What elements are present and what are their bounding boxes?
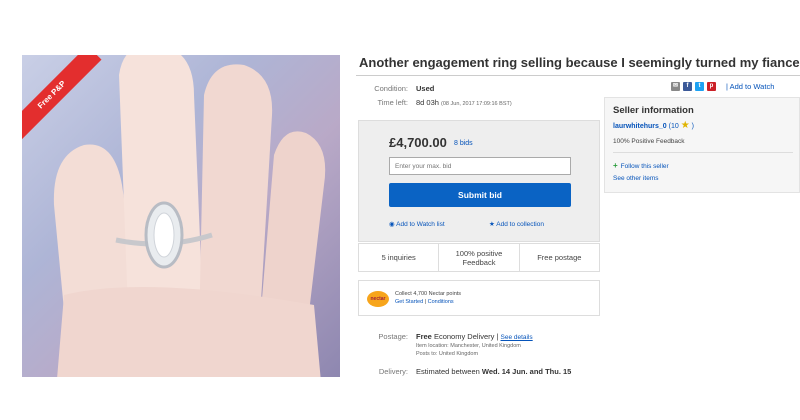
time-left-detail: (08 Jun, 2017 17:09:16 BST) (441, 101, 512, 107)
listing-page: Free P&P Another engagement ring selling… (0, 0, 800, 420)
add-to-collection-link[interactable]: ★ Add to collection (489, 220, 544, 228)
facebook-icon[interactable]: f (683, 82, 692, 91)
seller-star-icon: ★ (680, 120, 690, 131)
nectar-separator: | (424, 299, 427, 305)
feedback-stat-line2: Feedback (462, 257, 496, 267)
delivery-dates: Wed. 14 Jun. and Thu. 15 (481, 367, 572, 376)
eye-icon: ◉ (389, 221, 395, 228)
current-price: £4,700.00 (389, 135, 447, 150)
delivery-prefix: Estimated between (416, 367, 480, 376)
plus-icon: + (613, 161, 618, 170)
listing-title: Another engagement ring selling because … (359, 55, 800, 70)
seller-name-row: laurwhitehurs_0 (10 ★ ) (613, 120, 694, 131)
bid-box: £4,700.00 8 bids Submit bid ◉ Add to Wat… (358, 120, 600, 242)
postage-value: Free Economy Delivery | See details (416, 332, 533, 341)
feedback-stat-line1: 100% positive (455, 248, 503, 258)
postage-stat: Free postage (537, 253, 582, 262)
seller-info-panel: Seller information laurwhitehurs_0 (10 ★… (604, 97, 800, 193)
time-left-label: Time left: (377, 98, 408, 107)
title-divider (356, 75, 800, 76)
postage-label: Postage: (378, 332, 408, 341)
add-to-collection-label: Add to collection (496, 221, 544, 228)
add-to-watch-list-label: Add to Watch list (396, 221, 445, 228)
seller-info-heading: Seller information (613, 105, 694, 116)
listing-stats: 5 inquiries 100% positive Feedback Free … (358, 243, 600, 272)
time-left-duration: 8d 03h (416, 98, 439, 107)
posts-to: Posts to: United Kingdom (416, 351, 479, 357)
hand-ring-image (53, 55, 326, 377)
postage-method: Economy Delivery (433, 332, 495, 341)
submit-bid-button[interactable]: Submit bid (389, 183, 571, 207)
see-other-items-link[interactable]: See other items (613, 175, 659, 182)
bids-count-link[interactable]: 8 bids (454, 140, 473, 147)
seller-feedback: 100% Positive Feedback (613, 138, 685, 145)
postage-details-separator: | (496, 332, 499, 341)
delivery-value: Estimated between Wed. 14 Jun. and Thu. … (416, 367, 571, 376)
condition-label: Condition: (374, 84, 408, 93)
max-bid-input[interactable] (389, 157, 571, 175)
inquiries-stat: 5 inquiries (359, 244, 440, 271)
seller-score[interactable]: (10 (669, 123, 679, 130)
share-icons: ✉ f t p (671, 82, 716, 91)
time-left-value: 8d 03h (08 Jun, 2017 17:09:16 BST) (416, 98, 512, 107)
condition-value: Used (416, 84, 435, 93)
feedback-stat: 100% positive Feedback (439, 244, 520, 271)
nectar-get-started-link[interactable]: Get Started (395, 299, 423, 305)
add-to-watch-link[interactable]: | Add to Watch (726, 82, 774, 91)
nectar-conditions-link[interactable]: Conditions (428, 299, 454, 305)
postage-free: Free (416, 332, 432, 341)
nectar-logo: nectar (367, 291, 389, 307)
star-icon: ★ (489, 221, 495, 228)
follow-seller-label: Follow this seller (620, 163, 669, 170)
seller-score-close: ) (691, 123, 694, 130)
pinterest-icon[interactable]: p (707, 82, 716, 91)
item-location: Item location: Manchester, United Kingdo… (416, 343, 521, 349)
nectar-promo: nectar Collect 4,700 Nectar points Get S… (358, 280, 600, 316)
add-to-watch-list-link[interactable]: ◉ Add to Watch list (389, 220, 445, 228)
see-details-link[interactable]: See details (501, 334, 533, 341)
item-photo[interactable]: Free P&P (22, 55, 340, 377)
twitter-icon[interactable]: t (695, 82, 704, 91)
delivery-label: Delivery: (378, 367, 408, 376)
seller-name-link[interactable]: laurwhitehurs_0 (613, 123, 667, 130)
seller-divider (613, 152, 793, 153)
nectar-points: Collect 4,700 Nectar points (395, 291, 462, 297)
follow-seller-link[interactable]: + Follow this seller (613, 161, 669, 170)
nectar-text: Collect 4,700 Nectar points Get Started … (395, 290, 461, 306)
email-icon[interactable]: ✉ (671, 82, 680, 91)
